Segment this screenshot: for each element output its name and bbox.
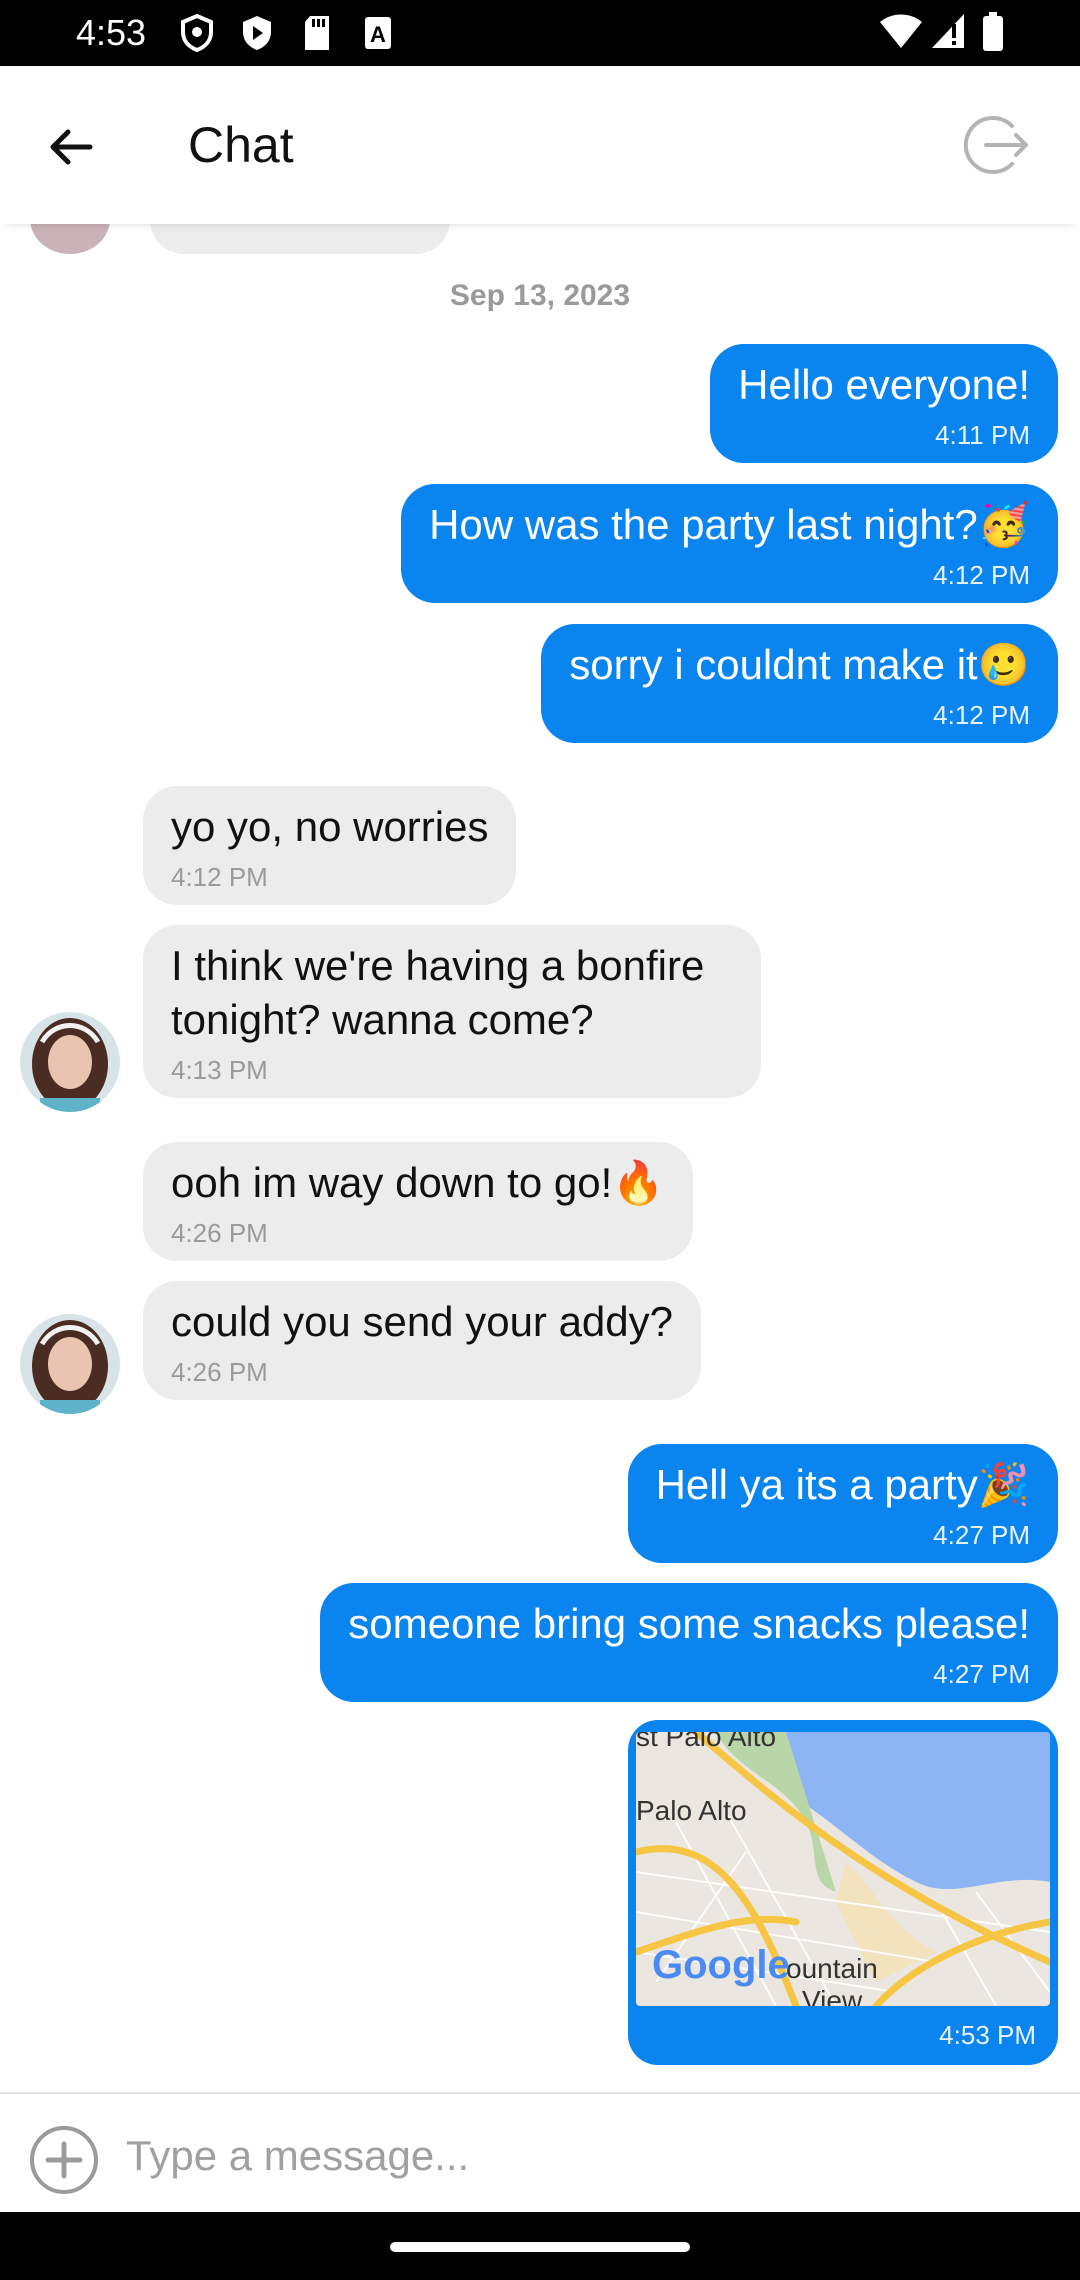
shield-icon xyxy=(181,14,213,52)
map-label: View xyxy=(802,1985,863,2006)
message-composer xyxy=(0,2092,1080,2212)
play-icon xyxy=(243,16,271,50)
message-text: sorry i couldnt make it🥲 xyxy=(569,641,1030,688)
status-time: 4:53 xyxy=(76,12,147,53)
system-nav-bar xyxy=(0,2212,1080,2280)
avatar-image xyxy=(20,1314,120,1414)
message-time: 4:12 PM xyxy=(933,700,1030,730)
avatar[interactable] xyxy=(20,1314,120,1414)
message-time: 4:53 PM xyxy=(939,2020,1036,2050)
previous-avatar xyxy=(30,224,110,254)
map-label: st Palo Alto xyxy=(636,1732,776,1752)
home-handle[interactable] xyxy=(390,2242,690,2252)
message-text: could you send your addy? xyxy=(171,1298,674,1345)
message-bubble[interactable]: I think we're having a bonfire tonight? … xyxy=(143,925,761,1098)
message-time: 4:12 PM xyxy=(171,862,268,892)
map-label: Palo Alto xyxy=(636,1795,747,1826)
message-text: Hello everyone! xyxy=(738,361,1030,408)
message-list[interactable]: Sep 13, 2023 Hello everyone! 4:11 PM How… xyxy=(0,224,1080,2092)
message-bubble[interactable]: someone bring some snacks please! 4:27 P… xyxy=(320,1583,1058,1702)
message-bubble[interactable]: Hell ya its a party🎉 4:27 PM xyxy=(627,1444,1058,1563)
message-text: someone bring some snacks please! xyxy=(348,1600,1030,1647)
avatar[interactable] xyxy=(20,1012,120,1112)
message-text: How was the party last night?🥳 xyxy=(429,501,1030,548)
wifi-icon xyxy=(880,14,922,48)
message-time: 4:27 PM xyxy=(933,1520,1030,1550)
add-circle-icon[interactable] xyxy=(28,2124,100,2196)
message-bubble[interactable]: yo yo, no worries 4:12 PM xyxy=(143,786,517,905)
message-text: I think we're having a bonfire tonight? … xyxy=(171,942,705,1043)
message-text: yo yo, no worries xyxy=(171,803,489,850)
previous-bubble xyxy=(150,224,450,254)
message-time: 4:26 PM xyxy=(171,1218,268,1248)
location-message[interactable]: st Palo Alto Palo Alto ountain View Goog… xyxy=(628,1720,1058,2065)
sd-card-icon xyxy=(305,16,329,50)
message-bubble[interactable]: ooh im way down to go!🔥 4:26 PM xyxy=(143,1142,693,1261)
message-time: 4:12 PM xyxy=(933,560,1030,590)
date-separator: Sep 13, 2023 xyxy=(449,279,631,312)
status-bar: 4:53 A xyxy=(0,0,1080,66)
arrow-back-icon[interactable] xyxy=(40,116,102,178)
font-a-icon: A xyxy=(365,17,391,49)
message-text: Hell ya its a party🎉 xyxy=(655,1461,1030,1508)
message-input[interactable] xyxy=(126,2116,1026,2196)
message-time: 4:27 PM xyxy=(933,1659,1030,1689)
map-thumbnail[interactable]: st Palo Alto Palo Alto ountain View Goog… xyxy=(636,1732,1050,2006)
message-time: 4:11 PM xyxy=(935,420,1030,450)
signal-icon xyxy=(932,14,964,48)
message-time: 4:13 PM xyxy=(171,1055,268,1085)
svg-text:A: A xyxy=(370,22,386,47)
message-text: ooh im way down to go!🔥 xyxy=(171,1159,665,1206)
map-label: ountain xyxy=(786,1953,878,1984)
battery-icon xyxy=(983,12,1003,51)
page-title: Chat xyxy=(188,117,294,173)
logout-icon[interactable] xyxy=(956,108,1030,182)
avatar-image xyxy=(20,1012,120,1112)
message-time: 4:26 PM xyxy=(171,1357,268,1387)
app-bar: Chat xyxy=(0,66,1080,224)
message-bubble[interactable]: How was the party last night?🥳 4:12 PM xyxy=(401,484,1058,603)
message-bubble[interactable]: sorry i couldnt make it🥲 4:12 PM xyxy=(541,624,1058,743)
google-logo: Google xyxy=(652,1943,790,1987)
message-bubble[interactable]: could you send your addy? 4:26 PM xyxy=(143,1281,702,1400)
message-bubble[interactable]: Hello everyone! 4:11 PM xyxy=(710,344,1058,463)
